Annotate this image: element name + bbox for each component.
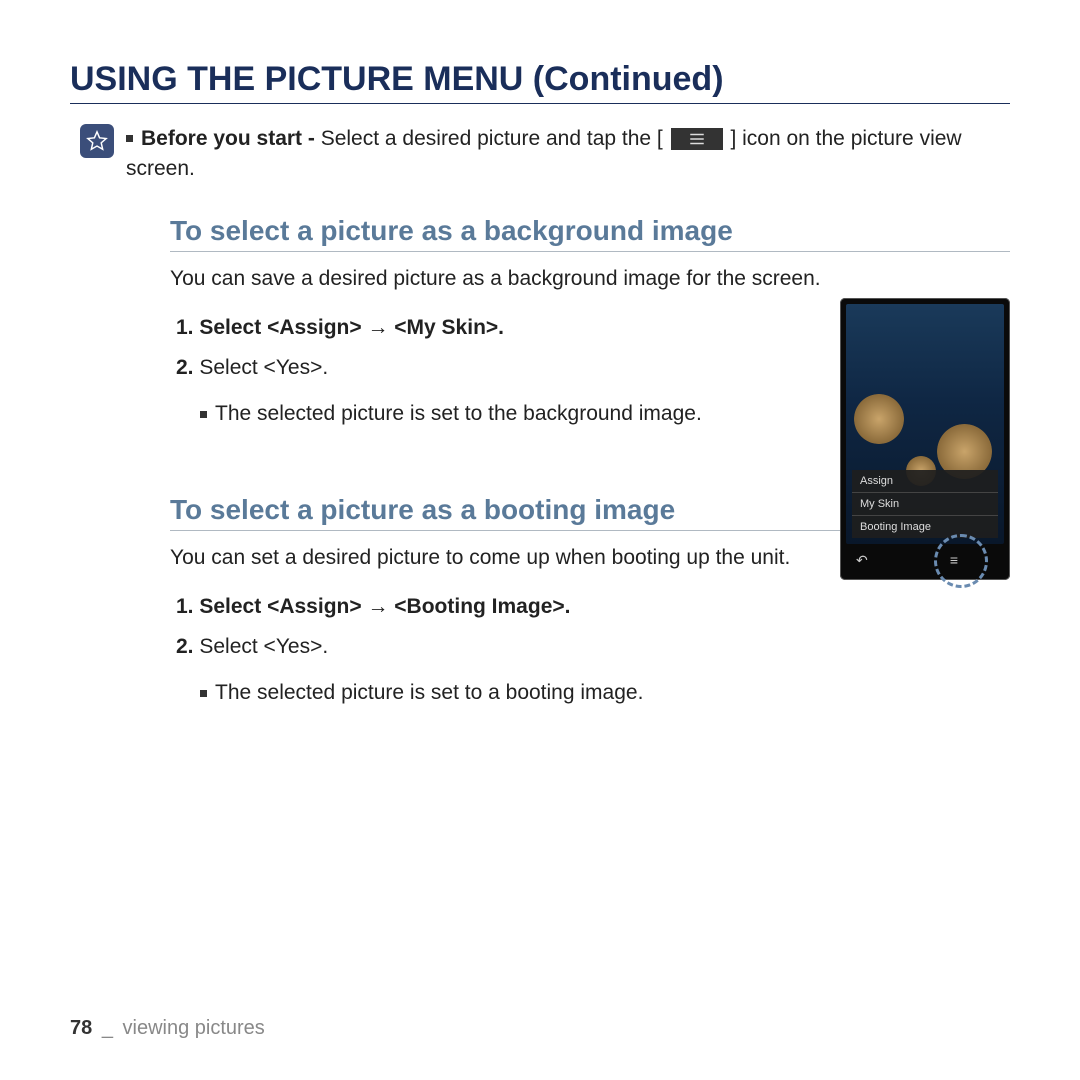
step-2b: 2. Select <Yes>.	[176, 627, 1010, 667]
step-bullet-b: The selected picture is set to a booting…	[200, 673, 1010, 713]
page-title: USING THE PICTURE MENU (Continued)	[70, 60, 1010, 104]
device-popup-menu: Assign My Skin Booting Image	[852, 470, 998, 538]
page-number: 78	[70, 1017, 92, 1039]
back-icon: ↶	[856, 552, 868, 569]
device-menu-item-assign: Assign	[852, 470, 998, 492]
device-menu-item-myskin: My Skin	[852, 492, 998, 515]
highlight-circle-icon	[934, 534, 988, 588]
note-text: Before you start - Select a desired pict…	[126, 122, 1010, 185]
menu-icon	[671, 128, 723, 150]
device-menu-item-booting: Booting Image	[852, 515, 998, 538]
star-icon	[80, 124, 114, 158]
device-screenshot: Assign My Skin Booting Image ↶ ≡	[840, 298, 1010, 580]
footer-separator: _	[102, 1017, 113, 1039]
note-block: Before you start - Select a desired pict…	[70, 122, 1010, 185]
chapter-name: viewing pictures	[123, 1017, 265, 1039]
intro-background: You can save a desired picture as a back…	[170, 264, 1010, 294]
note-before-label: Before you start -	[141, 127, 321, 150]
page-footer: 78 _ viewing pictures	[70, 1017, 265, 1040]
note-before-text: Select a desired picture and tap the [	[321, 127, 663, 150]
subheading-background: To select a picture as a background imag…	[170, 215, 1010, 252]
step-1b: 1. Select <Assign> → <Booting Image>.	[176, 587, 1010, 627]
device-screen: Assign My Skin Booting Image	[846, 304, 1004, 544]
